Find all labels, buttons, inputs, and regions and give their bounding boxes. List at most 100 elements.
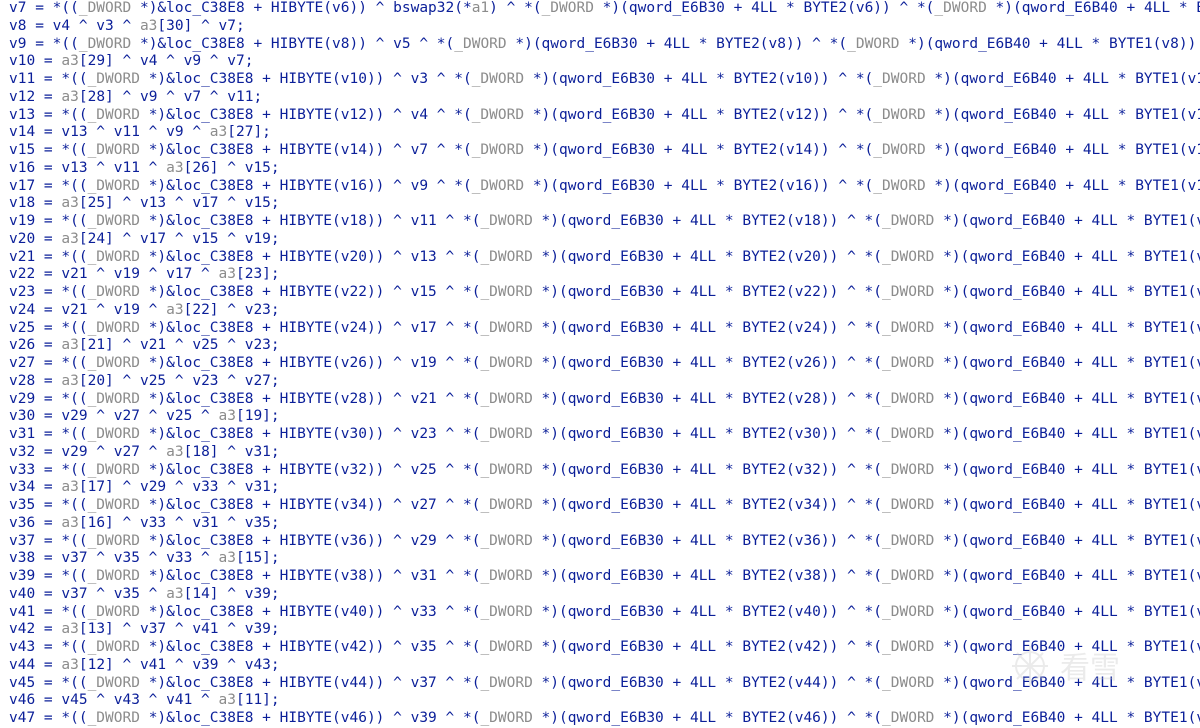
code-line[interactable]: v17 = *((_DWORD *)&loc_C38E8 + HIBYTE(v1… [9,178,1200,196]
code-token-var: v23 = *(( [9,284,88,300]
code-line[interactable]: v35 = *((_DWORD *)&loc_C38E8 + HIBYTE(v3… [9,497,1200,515]
code-token-var: *)&loc_C38E8 + HIBYTE(v20)) ^ v13 ^ *( [139,248,481,265]
code-token-var: ) ^ *( [489,0,542,16]
code-token-var: *)&loc_C38E8 + HIBYTE(v40)) ^ v33 ^ *( [139,603,481,620]
code-token-var: v18 = [9,195,62,212]
code-token-var: *)(qword_E6B30 + 4LL * BYTE2(v34)) ^ *( [532,497,883,513]
code-token-cast: _DWORD [471,142,525,158]
code-line[interactable]: v29 = *((_DWORD *)&loc_C38E8 + HIBYTE(v2… [9,391,1200,409]
code-line[interactable]: v38 = v37 ^ v35 ^ v33 ^ a3[15]; [9,550,1200,568]
code-line[interactable]: v10 = a3[29] ^ v4 ^ v9 ^ v7; [9,53,1200,71]
code-token-cast: _DWORD [873,177,926,194]
code-token-cast: _DWORD [87,674,140,691]
code-line[interactable]: v18 = a3[25] ^ v13 ^ v17 ^ v15; [9,195,1200,213]
code-line[interactable]: v9 = *((_DWORD *)&loc_C38E8 + HIBYTE(v8)… [9,36,1200,54]
code-token-var: *)(qword_E6B40 + 4LL * BYTE1(v36 [934,532,1200,549]
code-line[interactable]: v27 = *((_DWORD *)&loc_C38E8 + HIBYTE(v2… [9,355,1200,373]
code-line[interactable]: v42 = a3[13] ^ v37 ^ v41 ^ v39; [9,621,1200,639]
code-line[interactable]: v43 = *((_DWORD *)&loc_C38E8 + HIBYTE(v4… [9,639,1200,657]
code-token-cast: _DWORD [480,390,533,407]
code-token-var: *)(qword_E6B30 + 4LL * BYTE2(v36)) ^ *( [532,532,883,549]
code-token-var: v11 = *(( [9,71,88,87]
code-line[interactable]: v30 = v29 ^ v27 ^ v25 ^ a3[19]; [9,408,1200,426]
code-token-var: *)&loc_C38E8 + HIBYTE(v12)) ^ v4 ^ *( [139,106,472,123]
code-line[interactable]: v21 = *((_DWORD *)&loc_C38E8 + HIBYTE(v2… [9,249,1200,267]
code-token-arg: a3 [166,585,184,602]
code-token-var: [11]; [235,692,280,709]
code-token-cast: _DWORD [87,71,140,87]
code-token-cast: _DWORD [882,248,935,265]
code-line[interactable]: v32 = v29 ^ v27 ^ a3[18] ^ v31; [9,444,1200,462]
code-line[interactable]: v13 = *((_DWORD *)&loc_C38E8 + HIBYTE(v1… [9,107,1200,125]
code-token-var: *)(qword_E6B30 + 4LL * BYTE2(v46)) ^ *( [532,710,883,726]
code-token-var: *)(qword_E6B40 + 4LL * BYTE1(v16)) [934,177,1200,194]
code-line[interactable]: v44 = a3[12] ^ v41 ^ v39 ^ v43; [9,657,1200,675]
code-token-var: v8 = v4 ^ v3 ^ [9,17,140,34]
code-token-cast: _DWORD [87,284,140,300]
code-line[interactable]: v33 = *((_DWORD *)&loc_C38E8 + HIBYTE(v3… [9,462,1200,480]
code-token-var: *)&loc_C38E8 + HIBYTE(v14)) ^ v7 ^ *( [139,142,472,158]
code-token-var: *)&loc_C38E8 + HIBYTE(v22)) ^ v15 ^ *( [139,284,481,300]
code-token-var: *)&loc_C38E8 + HIBYTE(v36)) ^ v29 ^ *( [139,532,481,549]
code-line[interactable]: v19 = *((_DWORD *)&loc_C38E8 + HIBYTE(v1… [9,213,1200,231]
code-line[interactable]: v34 = a3[17] ^ v29 ^ v33 ^ v31; [9,479,1200,497]
code-token-var: *)(qword_E6B40 + 4LL * BYTE1(v20 [934,248,1200,265]
code-line[interactable]: v40 = v37 ^ v35 ^ a3[14] ^ v39; [9,586,1200,604]
code-token-var: *)&loc_C38E8 + HIBYTE(v18)) ^ v11 ^ *( [139,213,481,229]
code-line[interactable]: v15 = *((_DWORD *)&loc_C38E8 + HIBYTE(v1… [9,142,1200,160]
code-token-arg: a3 [218,550,236,567]
code-line[interactable]: v26 = a3[21] ^ v21 ^ v25 ^ v23; [9,337,1200,355]
code-token-var: *)(qword_E6B30 + 4LL * BYTE2(v32)) ^ *( [532,461,883,478]
code-line[interactable]: v37 = *((_DWORD *)&loc_C38E8 + HIBYTE(v3… [9,533,1200,551]
code-token-var: *)&loc_C38E8 + HIBYTE(v10)) ^ v3 ^ *( [139,71,472,87]
code-token-var: *)&loc_C38E8 + HIBYTE(v26)) ^ v19 ^ *( [139,355,481,371]
code-token-var: *)(qword_E6B30 + 4LL * BYTE2(v14)) ^ *( [524,142,874,158]
code-line[interactable]: v45 = *((_DWORD *)&loc_C38E8 + HIBYTE(v4… [9,675,1200,693]
code-line[interactable]: v12 = a3[28] ^ v9 ^ v7 ^ v11; [9,89,1200,107]
code-token-var: *)(qword_E6B40 + 4LL * BYTE1(v22 [934,284,1200,300]
code-token-var: [23]; [235,266,280,283]
code-line[interactable]: v8 = v4 ^ v3 ^ a3[30] ^ v7; [9,18,1200,36]
code-listing[interactable]: v7 = *((_DWORD *)&loc_C38E8 + HIBYTE(v6)… [9,0,1200,728]
code-line[interactable]: v28 = a3[20] ^ v25 ^ v23 ^ v27; [9,373,1200,391]
code-line[interactable]: v24 = v21 ^ v19 ^ a3[22] ^ v23; [9,302,1200,320]
code-token-arg: a3 [166,159,184,176]
code-token-var: *)(qword_E6B40 + 4LL * BYTE1(v26 [934,355,1200,371]
code-token-arg: a3 [61,88,79,105]
code-line[interactable]: v39 = *((_DWORD *)&loc_C38E8 + HIBYTE(v3… [9,568,1200,586]
code-token-var: *)(qword_E6B30 + 4LL * BYTE2(v20)) ^ *( [532,248,883,265]
code-token-cast: _DWORD [882,674,935,691]
code-token-cast: _DWORD [87,390,140,407]
code-line[interactable]: v23 = *((_DWORD *)&loc_C38E8 + HIBYTE(v2… [9,284,1200,302]
code-line[interactable]: v46 = v45 ^ v43 ^ v41 ^ a3[11]; [9,692,1200,710]
code-line[interactable]: v20 = a3[24] ^ v17 ^ v15 ^ v19; [9,231,1200,249]
code-token-cast: _DWORD [87,497,140,513]
code-line[interactable]: v22 = v21 ^ v19 ^ v17 ^ a3[23]; [9,266,1200,284]
code-token-arg: a3 [61,195,79,212]
code-token-cast: _DWORD [87,355,140,371]
code-line[interactable]: v47 = *((_DWORD *)&loc_C38E8 + HIBYTE(v4… [9,710,1200,728]
code-line[interactable]: v41 = *((_DWORD *)&loc_C38E8 + HIBYTE(v4… [9,604,1200,622]
code-line[interactable]: v36 = a3[16] ^ v33 ^ v31 ^ v35; [9,515,1200,533]
code-line[interactable]: v14 = v13 ^ v11 ^ v9 ^ a3[27]; [9,124,1200,142]
code-token-var: v32 = v29 ^ v27 ^ [9,443,167,460]
code-line[interactable]: v16 = v13 ^ v11 ^ a3[26] ^ v15; [9,160,1200,178]
code-line[interactable]: v7 = *((_DWORD *)&loc_C38E8 + HIBYTE(v6)… [9,0,1200,18]
code-token-var: *)(qword_E6B40 + 4LL * BYTE [995,0,1200,16]
code-token-var: *)(qword_E6B30 + 4LL * BYTE2(v38)) ^ *( [532,568,883,584]
code-token-cast: _DWORD [87,603,140,620]
code-token-arg: a3 [209,124,228,141]
code-line[interactable]: v11 = *((_DWORD *)&loc_C38E8 + HIBYTE(v1… [9,71,1200,89]
code-token-arg: a3 [218,692,236,709]
code-token-var: *)&loc_C38E8 + HIBYTE(v6)) ^ bswap32(* [131,0,472,16]
code-token-cast: _DWORD [87,461,140,478]
code-line[interactable]: v31 = *((_DWORD *)&loc_C38E8 + HIBYTE(v3… [9,426,1200,444]
pseudocode-view[interactable]: v7 = *((_DWORD *)&loc_C38E8 + HIBYTE(v6)… [0,0,1200,728]
code-token-var: *)(qword_E6B30 + 4LL * BYTE2(v12)) ^ *( [524,106,874,123]
code-token-var: *)(qword_E6B30 + 4LL * BYTE2(v16)) ^ *( [524,177,874,194]
code-token-var: [16] ^ v33 ^ v31 ^ v35; [78,514,280,531]
code-line[interactable]: v25 = *((_DWORD *)&loc_C38E8 + HIBYTE(v2… [9,320,1200,338]
code-token-var: [18] ^ v31; [183,443,280,460]
code-token-var: *)(qword_E6B40 + 4LL * BYTE1(v44 [934,674,1200,691]
code-token-var: [24] ^ v17 ^ v15 ^ v19; [78,230,280,247]
